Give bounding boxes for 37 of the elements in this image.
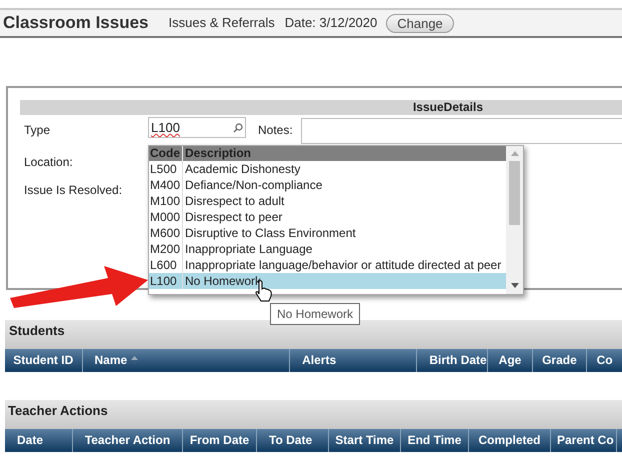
section-bar: Students xyxy=(5,320,622,349)
scroll-down-icon[interactable] xyxy=(510,283,518,288)
column-header[interactable]: Alerts xyxy=(290,349,418,372)
column-header[interactable]: Student ID xyxy=(5,349,82,372)
field-label: Notes: xyxy=(258,122,293,139)
column-header[interactable]: Age xyxy=(488,349,534,372)
page-title: Classroom Issues xyxy=(3,12,149,34)
tooltip: No Homework xyxy=(270,303,360,325)
column-header[interactable]: Name xyxy=(82,349,290,372)
field-label: Type xyxy=(24,122,52,139)
dropdown-option[interactable]: L100 No Homework xyxy=(149,273,506,289)
field-label: Location: xyxy=(24,154,74,171)
scroll-thumb[interactable] xyxy=(509,161,520,225)
column-header[interactable]: Completed xyxy=(469,429,551,452)
section-bar: Teacher Actions xyxy=(5,400,622,429)
column-header[interactable]: End Time xyxy=(401,429,469,452)
field-label: Issue Is Resolved: xyxy=(24,182,124,199)
search-icon xyxy=(233,122,243,132)
type-value: L100 xyxy=(151,118,180,137)
column-header[interactable]: Grade xyxy=(533,349,587,372)
sort-icon[interactable] xyxy=(130,356,140,366)
page-subtitle: Issues & Referrals xyxy=(168,14,275,32)
column-header[interactable]: Teacher Action xyxy=(73,429,183,452)
change-button[interactable]: Change xyxy=(386,14,454,32)
column-header: Description xyxy=(184,146,252,161)
column-header[interactable]: Start Time xyxy=(329,429,401,452)
scroll-up-icon[interactable] xyxy=(510,151,518,156)
column-header[interactable]: Parent Co xyxy=(551,429,617,452)
section-title: IssueDetails xyxy=(20,100,622,115)
column-header[interactable]: From Date xyxy=(183,429,257,452)
column-header[interactable]: To Date xyxy=(257,429,329,452)
notes-field[interactable] xyxy=(300,118,622,144)
column-header[interactable]: Date xyxy=(5,429,73,452)
column-header[interactable]: Co xyxy=(586,349,622,372)
type-field[interactable]: L100 xyxy=(148,117,246,138)
date-text: Date: 3/12/2020 xyxy=(284,14,378,32)
column-header[interactable]: Birth Date xyxy=(417,349,488,372)
